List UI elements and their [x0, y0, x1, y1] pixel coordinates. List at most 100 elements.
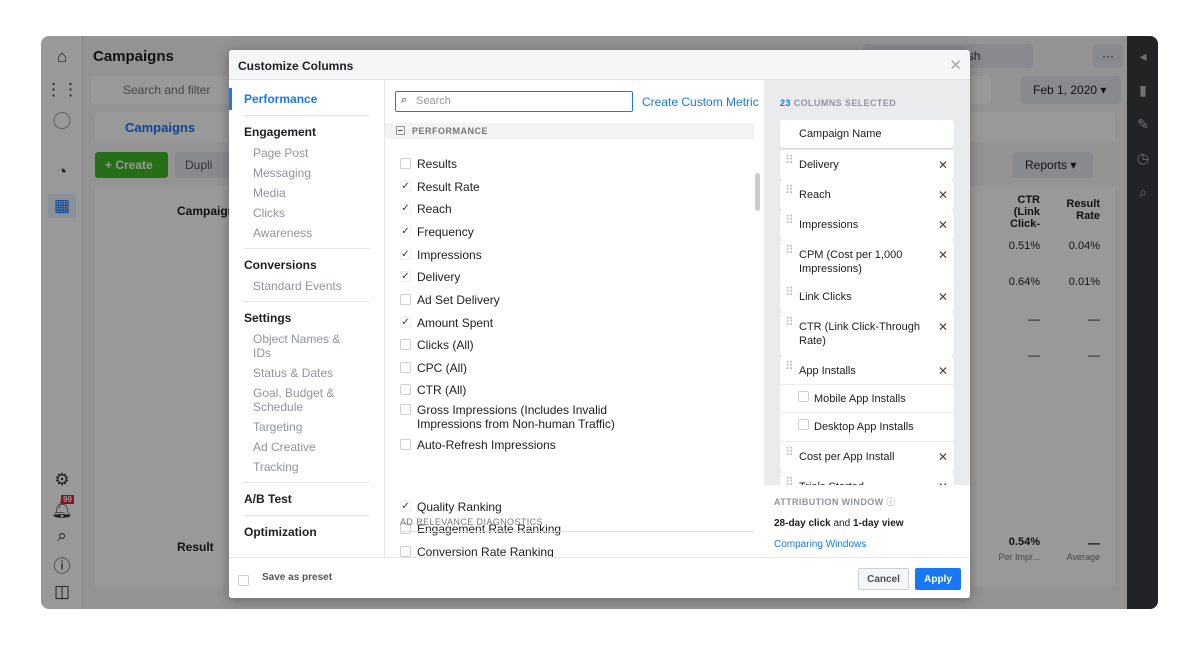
- selected-column[interactable]: ⠿ Link Clicks ✕: [780, 282, 954, 312]
- close-icon[interactable]: ✕: [949, 56, 962, 74]
- metric-label: Quality Ranking: [417, 500, 502, 514]
- metric-label: CTR (All): [417, 383, 467, 397]
- group-performance[interactable]: – PERFORMANCE: [385, 123, 754, 139]
- nav-item[interactable]: Page Post: [229, 143, 384, 163]
- nav-section-engagement[interactable]: Engagement: [229, 121, 384, 143]
- metric-option[interactable]: ✓ Impressions: [400, 248, 482, 262]
- selected-column[interactable]: Mobile App Installs: [780, 384, 954, 413]
- selected-column[interactable]: ⠿ Cost per App Install ✕: [780, 442, 954, 472]
- metric-option[interactable]: Clicks (All): [400, 338, 474, 352]
- nav-item[interactable]: Media: [229, 183, 384, 203]
- remove-icon[interactable]: ✕: [938, 364, 948, 378]
- drag-handle-icon[interactable]: ⠿: [785, 286, 794, 298]
- selected-column[interactable]: ⠿ Reach ✕: [780, 180, 954, 210]
- checkbox[interactable]: ✓: [400, 271, 411, 282]
- metric-option[interactable]: Auto-Refresh Impressions: [400, 438, 556, 452]
- remove-icon[interactable]: ✕: [938, 158, 948, 172]
- checkbox[interactable]: ✓: [400, 317, 411, 328]
- selected-column[interactable]: ⠿ Impressions ✕: [780, 210, 954, 240]
- column-label: Cost per App Install: [799, 451, 895, 463]
- nav-section-settings[interactable]: Settings: [229, 307, 384, 329]
- nav-item[interactable]: Goal, Budget & Schedule: [229, 383, 384, 417]
- search-placeholder: Search: [416, 95, 451, 107]
- checkbox[interactable]: ✓: [400, 249, 411, 260]
- checkbox[interactable]: [400, 404, 411, 415]
- create-custom-metric-link[interactable]: Create Custom Metric: [642, 95, 759, 109]
- remove-icon[interactable]: ✕: [938, 320, 948, 334]
- drag-handle-icon[interactable]: ⠿: [785, 316, 794, 328]
- metric-option[interactable]: Results: [400, 157, 457, 171]
- nav-item[interactable]: Ad Creative: [229, 437, 384, 457]
- comparing-windows-link[interactable]: Comparing Windows: [774, 539, 960, 550]
- attribution-title: ATTRIBUTION WINDOW ⓘ: [774, 495, 960, 508]
- checkbox[interactable]: ✓: [400, 181, 411, 192]
- drag-handle-icon[interactable]: ⠿: [785, 154, 794, 166]
- metric-option[interactable]: CTR (All): [400, 383, 466, 397]
- metric-label: Result Rate: [417, 180, 480, 194]
- search-input[interactable]: ⌕ Search: [395, 91, 633, 112]
- metric-option[interactable]: Ad Set Delivery: [400, 293, 500, 307]
- checkbox[interactable]: [400, 384, 411, 395]
- nav-item[interactable]: Clicks: [229, 203, 384, 223]
- checkbox[interactable]: [400, 439, 411, 450]
- scrollbar[interactable]: [755, 173, 760, 211]
- attribution-value: 28-day click and 1-day view: [774, 518, 960, 529]
- remove-icon[interactable]: ✕: [938, 450, 948, 464]
- remove-icon[interactable]: ✕: [938, 248, 948, 262]
- metric-option[interactable]: ✓ Delivery: [400, 270, 460, 284]
- attribution-and: and: [830, 518, 853, 529]
- nav-item[interactable]: Standard Events: [229, 276, 384, 296]
- metric-option[interactable]: Gross Impressions (Includes Invalid Impr…: [400, 403, 670, 431]
- apply-button[interactable]: Apply: [915, 568, 961, 590]
- metric-option[interactable]: ✓ Quality Ranking: [400, 500, 502, 514]
- remove-icon[interactable]: ✕: [938, 218, 948, 232]
- checkbox[interactable]: ✓: [400, 203, 411, 214]
- drag-handle-icon[interactable]: ⠿: [785, 360, 794, 372]
- selected-column[interactable]: Campaign Name: [780, 120, 954, 148]
- metric-option[interactable]: CPC (All): [400, 361, 467, 375]
- nav-section-optimization[interactable]: Optimization: [229, 521, 384, 543]
- selected-column[interactable]: Desktop App Installs: [780, 412, 954, 441]
- save-preset-checkbox[interactable]: [238, 575, 249, 586]
- checkbox[interactable]: [400, 158, 411, 169]
- drag-handle-icon[interactable]: ⠿: [785, 184, 794, 196]
- divider: [244, 115, 370, 116]
- selected-column[interactable]: ⠿ CPM (Cost per 1,000 Impressions) ✕: [780, 240, 954, 284]
- drag-handle-icon[interactable]: ⠿: [785, 446, 794, 458]
- checkbox[interactable]: [798, 419, 809, 430]
- nav-item[interactable]: Object Names & IDs: [229, 329, 384, 363]
- nav-section-performance[interactable]: Performance: [229, 88, 384, 110]
- nav-item[interactable]: Tracking: [229, 457, 384, 477]
- checkbox[interactable]: [798, 391, 809, 402]
- checkbox[interactable]: [400, 339, 411, 350]
- metric-label: Delivery: [417, 270, 461, 284]
- nav-item[interactable]: Messaging: [229, 163, 384, 183]
- selected-column[interactable]: ⠿ Delivery ✕: [780, 150, 954, 180]
- collapse-icon[interactable]: –: [396, 126, 405, 135]
- metric-option[interactable]: Conversion Rate Ranking: [400, 545, 554, 557]
- checkbox[interactable]: ✓: [400, 501, 411, 512]
- selected-column[interactable]: ⠿ CTR (Link Click-Through Rate) ✕: [780, 312, 954, 356]
- selected-column[interactable]: ⠿ App Installs ✕: [780, 356, 954, 386]
- drag-handle-icon[interactable]: ⠿: [785, 244, 794, 256]
- checkbox[interactable]: [400, 362, 411, 373]
- cancel-button[interactable]: Cancel: [858, 568, 909, 590]
- nav-item[interactable]: Status & Dates: [229, 363, 384, 383]
- checkbox[interactable]: [400, 546, 411, 557]
- metric-option[interactable]: ✓ Frequency: [400, 225, 474, 239]
- metric-label: Gross Impressions (Includes Invalid Impr…: [417, 403, 615, 431]
- checkbox[interactable]: [400, 294, 411, 305]
- nav-item[interactable]: Awareness: [229, 223, 384, 243]
- drag-handle-icon[interactable]: ⠿: [785, 214, 794, 226]
- remove-icon[interactable]: ✕: [938, 188, 948, 202]
- nav-section-conversions[interactable]: Conversions: [229, 254, 384, 276]
- nav-item[interactable]: Targeting: [229, 417, 384, 437]
- checkbox[interactable]: ✓: [400, 226, 411, 237]
- metric-option[interactable]: ✓ Amount Spent: [400, 316, 493, 330]
- remove-icon[interactable]: ✕: [938, 290, 948, 304]
- nav-section-a-b-test[interactable]: A/B Test: [229, 488, 384, 510]
- info-icon[interactable]: ⓘ: [886, 497, 895, 507]
- selected-label: COLUMNS SELECTED: [793, 98, 897, 108]
- metric-option[interactable]: ✓ Reach: [400, 202, 452, 216]
- metric-option[interactable]: ✓ Result Rate: [400, 180, 480, 194]
